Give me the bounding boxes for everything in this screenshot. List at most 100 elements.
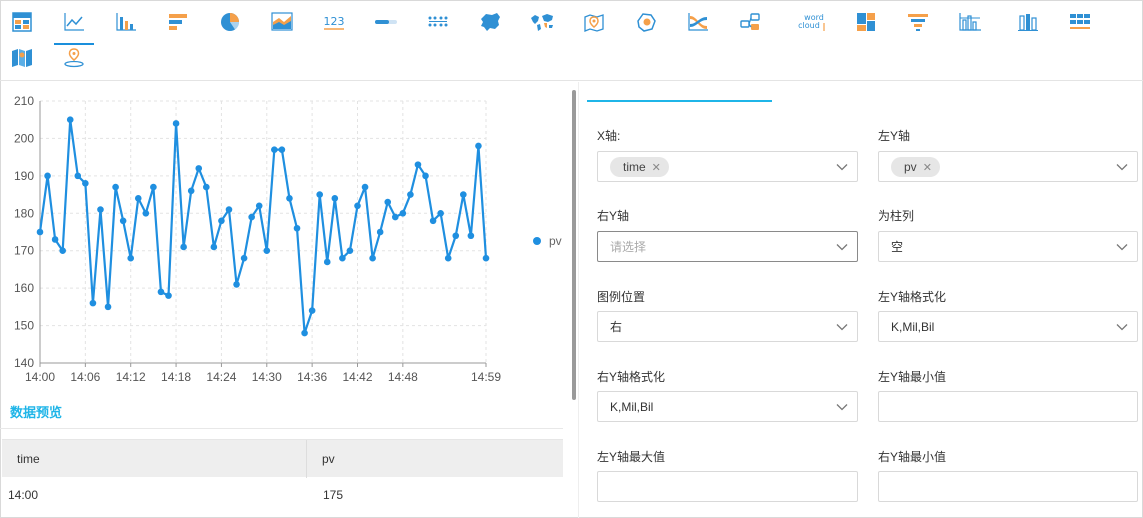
data-point xyxy=(240,254,248,262)
data-point xyxy=(414,161,422,168)
left-y-format-value: K,Mil,Bil xyxy=(891,320,935,334)
table-row: 14:00 175 xyxy=(2,477,563,513)
chart-series-pv xyxy=(36,116,490,337)
chevron-down-icon xyxy=(836,164,848,171)
area-chart-icon[interactable] xyxy=(262,2,302,42)
dot-matrix-icon[interactable] xyxy=(418,2,458,42)
kpi-number-icon[interactable]: 123 xyxy=(314,2,354,42)
data-point xyxy=(301,329,308,337)
left-panel-scrollbar[interactable] xyxy=(572,90,576,400)
location-map-icon[interactable] xyxy=(574,2,614,42)
left-y-min-label: 左Y轴最小值 xyxy=(878,370,947,384)
data-point xyxy=(233,281,240,288)
horizontal-bar-chart-icon[interactable] xyxy=(158,2,198,42)
data-point xyxy=(225,206,233,213)
data-point xyxy=(460,191,467,198)
column-series-select[interactable]: 空 xyxy=(878,231,1138,262)
china-map-icon[interactable] xyxy=(470,2,510,42)
data-point xyxy=(44,172,51,180)
x-tick-label: 14:06 xyxy=(70,370,100,384)
y-tick-label: 180 xyxy=(14,206,34,220)
left-y-axis-select[interactable]: pv ✕ xyxy=(878,151,1138,182)
line-chart: 210 200 190 180 170 160 150 14014:00 14:06 14:12 1… xyxy=(14,94,562,384)
data-point xyxy=(422,172,429,180)
data-point xyxy=(97,206,104,213)
funnel-chart-icon[interactable] xyxy=(898,2,938,42)
data-point xyxy=(293,224,301,232)
table-header: time pv xyxy=(2,439,563,478)
x-tick-label: 14:36 xyxy=(297,370,327,384)
x-tick-label: 14:12 xyxy=(116,370,146,384)
pie-chart-icon[interactable] xyxy=(210,2,250,42)
legend-position-select[interactable]: 右 xyxy=(597,311,858,342)
data-point xyxy=(316,191,323,198)
chart-axes: 210 200 190 180 170 160 150 14014:00 14:06 14:12 1… xyxy=(14,94,501,384)
column-series-value: 空 xyxy=(891,240,904,254)
chart-preview-panel: 210 200 190 180 170 160 150 140 14:00 14:06 14:12 1… xyxy=(0,82,570,518)
pin-location-icon[interactable] xyxy=(54,38,94,78)
data-point xyxy=(134,195,142,202)
right-y-axis-select[interactable]: 请选择 xyxy=(597,231,858,262)
sankey-chart-icon[interactable] xyxy=(678,2,718,42)
folded-map-icon[interactable] xyxy=(2,38,42,78)
data-point xyxy=(399,209,407,217)
chart-config-panel: X轴: time ✕ 左Y轴 pv ✕ 右Y轴 请选择 为柱列 空 图例位置 右 左… xyxy=(580,82,1143,518)
active-tab-indicator[interactable] xyxy=(587,100,772,102)
right-y-min-input[interactable] xyxy=(878,471,1138,502)
data-point xyxy=(331,195,339,202)
left-y-axis-tag-text: pv xyxy=(904,160,917,174)
chevron-down-icon xyxy=(1116,324,1128,331)
column-header-pv[interactable]: pv xyxy=(307,440,563,478)
chevron-down-icon xyxy=(1116,244,1128,251)
right-y-axis-placeholder: 请选择 xyxy=(610,240,647,254)
right-y-axis-label: 右Y轴 xyxy=(597,209,630,223)
data-point xyxy=(255,202,263,210)
data-point xyxy=(263,247,271,255)
left-y-min-input[interactable] xyxy=(878,391,1138,422)
preview-divider xyxy=(0,428,563,429)
word-cloud-label-cloud: cloud xyxy=(798,21,820,30)
line-chart-icon[interactable] xyxy=(54,2,94,45)
x-tick-label: 14:00 xyxy=(25,370,55,384)
data-point xyxy=(59,247,66,255)
table-chart-icon[interactable] xyxy=(2,2,42,42)
data-point xyxy=(361,183,369,191)
chevron-down-icon xyxy=(1116,164,1128,171)
bar-chart-icon[interactable] xyxy=(106,2,146,42)
data-point xyxy=(369,254,376,262)
cross-table-icon[interactable] xyxy=(1060,2,1100,42)
left-y-axis-label: 左Y轴 xyxy=(878,129,911,143)
stacked-bar-icon[interactable] xyxy=(1008,2,1048,42)
world-map-icon[interactable] xyxy=(522,2,562,42)
data-point xyxy=(142,209,150,217)
data-point xyxy=(82,180,89,187)
progress-bar-icon[interactable] xyxy=(366,2,406,42)
x-axis-tag: time ✕ xyxy=(610,157,669,177)
column-header-time[interactable]: time xyxy=(2,440,307,478)
data-point xyxy=(475,142,482,150)
data-point xyxy=(323,258,331,266)
data-point xyxy=(195,165,203,172)
region-map-icon[interactable] xyxy=(626,2,666,42)
data-point xyxy=(157,288,165,296)
x-axis-select[interactable]: time ✕ xyxy=(597,151,858,182)
x-axis-label: X轴: xyxy=(597,129,621,143)
flow-chart-icon[interactable] xyxy=(730,2,770,42)
left-y-max-input[interactable] xyxy=(597,471,858,502)
data-point xyxy=(308,307,316,314)
legend-marker-pv xyxy=(533,237,541,245)
data-point xyxy=(339,254,346,262)
chart-legend[interactable]: pv xyxy=(533,234,562,248)
word-cloud-icon[interactable]: word cloud xyxy=(792,2,832,42)
tag-remove-icon[interactable]: ✕ xyxy=(923,162,932,174)
data-point xyxy=(278,146,286,153)
right-y-format-select[interactable]: K,Mil,Bil xyxy=(597,391,858,422)
data-point xyxy=(391,213,399,221)
y-tick-label: 140 xyxy=(14,356,34,370)
histogram-icon[interactable] xyxy=(950,2,990,42)
left-y-format-select[interactable]: K,Mil,Bil xyxy=(878,311,1138,342)
chart-type-toolbar: 123 word cloud xyxy=(0,0,1143,81)
treemap-icon[interactable] xyxy=(846,2,886,42)
left-y-axis-tag: pv ✕ xyxy=(891,157,940,177)
tag-remove-icon[interactable]: ✕ xyxy=(652,162,661,174)
